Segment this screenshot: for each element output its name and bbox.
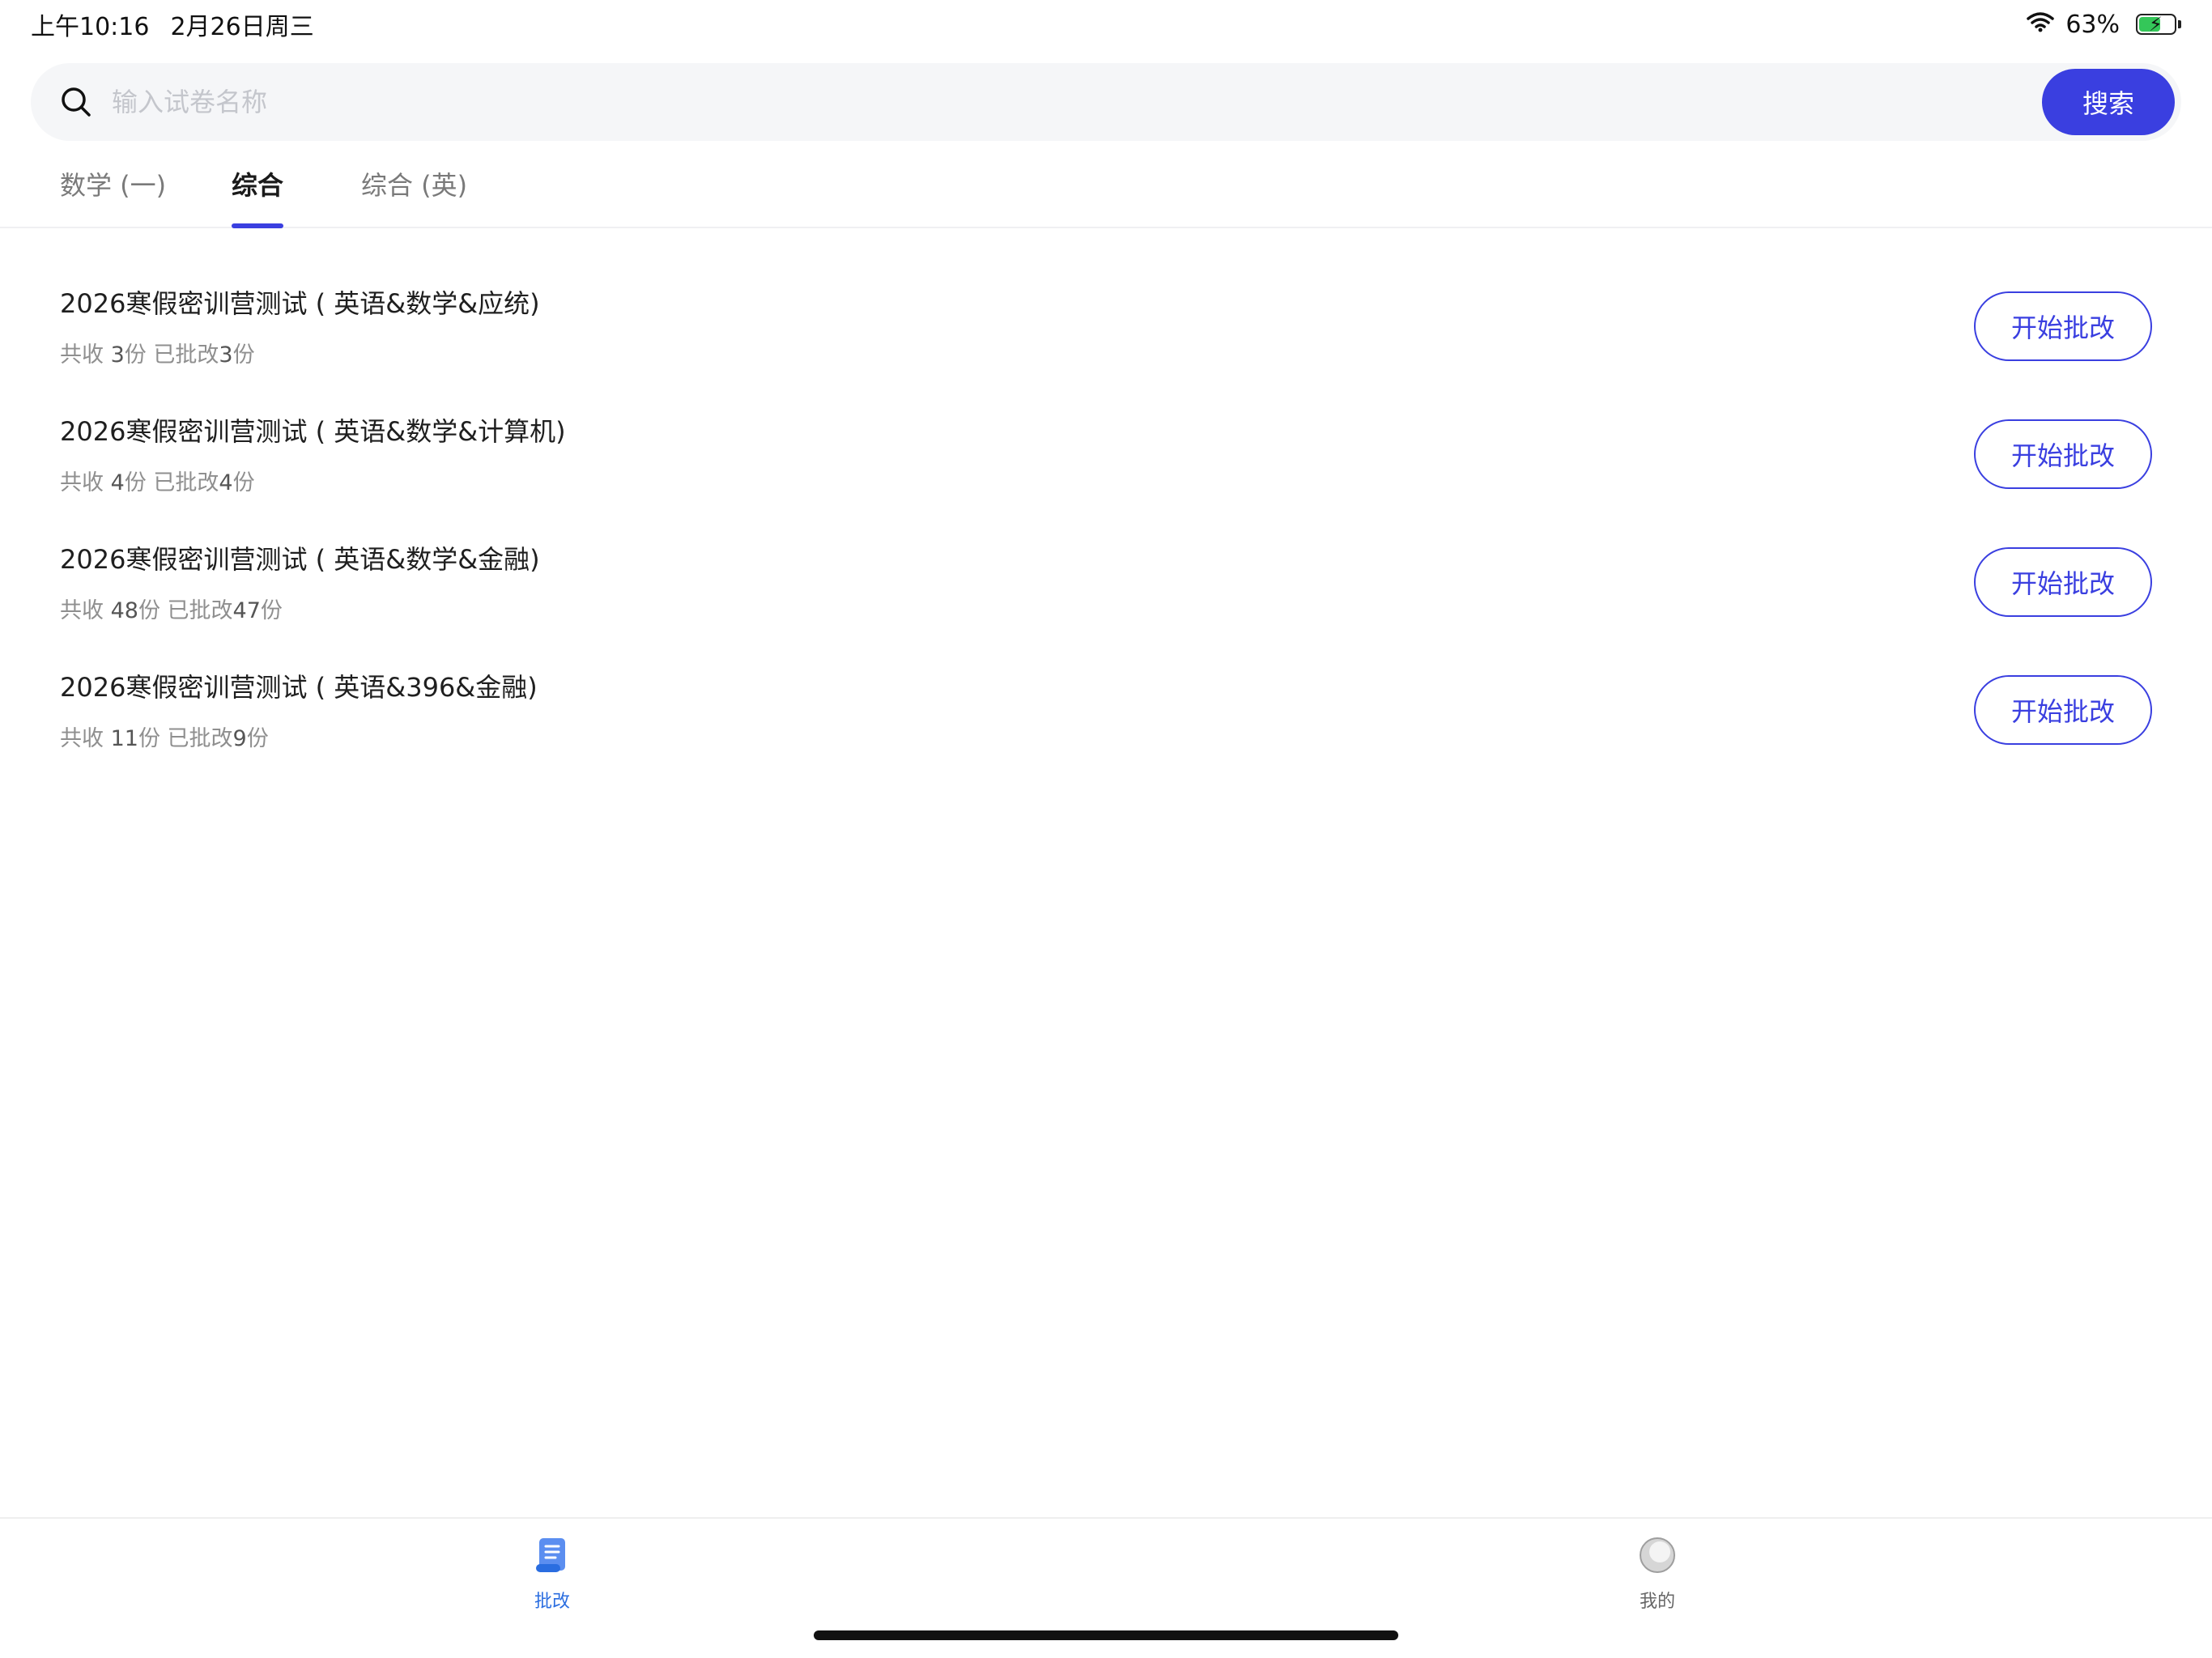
- graded-count: 47: [232, 598, 261, 623]
- exam-title: 2026寒假密训营测试 ( 英语&数学&计算机): [60, 416, 566, 447]
- search-bar: 搜索: [31, 63, 2181, 141]
- received-count: 3: [110, 342, 125, 368]
- grading-scroll-icon: [533, 1535, 572, 1575]
- battery-percent: 63%: [2065, 10, 2120, 39]
- active-tab-indicator: [232, 223, 284, 228]
- list-item: 2026寒假密训营测试 ( 英语&数学&计算机) 共收 4份 已批改4份 开始批…: [0, 387, 2212, 515]
- unit-label: 份: [232, 470, 255, 495]
- unit-label: 份: [138, 598, 160, 623]
- received-count: 11: [110, 726, 138, 751]
- exam-list: 2026寒假密训营测试 ( 英语&数学&应统) 共收 3份 已批改3份 开始批改…: [0, 259, 2212, 771]
- nav-label: 批改: [534, 1592, 570, 1612]
- tab-comprehensive[interactable]: 综合: [232, 165, 284, 228]
- received-label: 共收: [60, 342, 104, 368]
- status-right: 63% ⚡: [2027, 11, 2181, 39]
- exam-stats: 共收 48份 已批改47份: [60, 593, 283, 624]
- status-left: 上午10:16 2月26日周三: [31, 6, 314, 42]
- start-grading-button[interactable]: 开始批改: [1974, 675, 2152, 745]
- charging-bolt-icon: ⚡: [2149, 13, 2163, 36]
- received-count: 48: [110, 598, 138, 623]
- category-tabs: 数学 (一) 综合 综合 (英): [0, 154, 2212, 228]
- exam-title: 2026寒假密训营测试 ( 英语&396&金融): [60, 672, 538, 703]
- list-item: 2026寒假密训营测试 ( 英语&数学&应统) 共收 3份 已批改3份 开始批改: [0, 259, 2212, 387]
- nav-item-grading[interactable]: 批改: [487, 1535, 617, 1613]
- exam-title: 2026寒假密训营测试 ( 英语&数学&应统): [60, 288, 540, 319]
- unit-label: 份: [138, 726, 160, 751]
- exam-stats: 共收 3份 已批改3份: [60, 337, 255, 368]
- unit-label: 份: [124, 470, 147, 495]
- graded-label: 已批改: [167, 598, 233, 623]
- exam-title: 2026寒假密训营测试 ( 英语&数学&金融): [60, 544, 540, 575]
- unit-label: 份: [232, 342, 255, 368]
- app-screen: 上午10:16 2月26日周三 63% ⚡ 输入试卷名称 搜索 数学 (一) 综…: [0, 0, 2212, 1658]
- tab-math-one[interactable]: 数学 (一): [60, 165, 166, 228]
- nav-item-profile[interactable]: 我的: [1593, 1535, 1722, 1613]
- start-grading-button[interactable]: 开始批改: [1974, 547, 2152, 617]
- search-input[interactable]: [94, 70, 2042, 134]
- list-item: 2026寒假密训营测试 ( 英语&396&金融) 共收 11份 已批改9份 开始…: [0, 643, 2212, 771]
- tab-label: 综合: [232, 170, 284, 201]
- unit-label: 份: [260, 598, 283, 623]
- received-label: 共收: [60, 470, 104, 495]
- received-label: 共收: [60, 598, 104, 623]
- nav-label: 我的: [1639, 1592, 1675, 1612]
- start-grading-button[interactable]: 开始批改: [1974, 419, 2152, 489]
- list-item: 2026寒假密训营测试 ( 英语&数学&金融) 共收 48份 已批改47份 开始…: [0, 515, 2212, 643]
- profile-avatar-icon: [1638, 1535, 1677, 1575]
- graded-count: 3: [219, 342, 233, 368]
- status-time: 上午10:16: [31, 13, 150, 41]
- graded-label: 已批改: [153, 342, 219, 368]
- battery-cap: [2178, 20, 2181, 28]
- status-bar: 上午10:16 2月26日周三 63% ⚡: [0, 0, 2212, 49]
- search-icon: [58, 84, 94, 120]
- exam-stats: 共收 4份 已批改4份: [60, 465, 255, 496]
- tab-label: 综合 (英): [361, 170, 468, 201]
- graded-count: 4: [219, 470, 233, 495]
- graded-label: 已批改: [153, 470, 219, 495]
- start-grading-button[interactable]: 开始批改: [1974, 291, 2152, 361]
- search-button[interactable]: 搜索: [2042, 69, 2175, 135]
- received-label: 共收: [60, 726, 104, 751]
- wifi-icon: [2027, 11, 2055, 39]
- graded-label: 已批改: [167, 726, 233, 751]
- home-indicator[interactable]: [814, 1630, 1398, 1640]
- tab-label: 数学 (一): [60, 170, 167, 201]
- received-count: 4: [110, 470, 125, 495]
- battery-icon: ⚡: [2131, 14, 2181, 35]
- unit-label: 份: [124, 342, 147, 368]
- tab-comprehensive-english[interactable]: 综合 (英): [361, 165, 467, 228]
- status-date: 2月26日周三: [170, 13, 314, 41]
- unit-label: 份: [246, 726, 269, 751]
- graded-count: 9: [232, 726, 247, 751]
- battery-body: ⚡: [2136, 14, 2176, 35]
- exam-stats: 共收 11份 已批改9份: [60, 721, 269, 752]
